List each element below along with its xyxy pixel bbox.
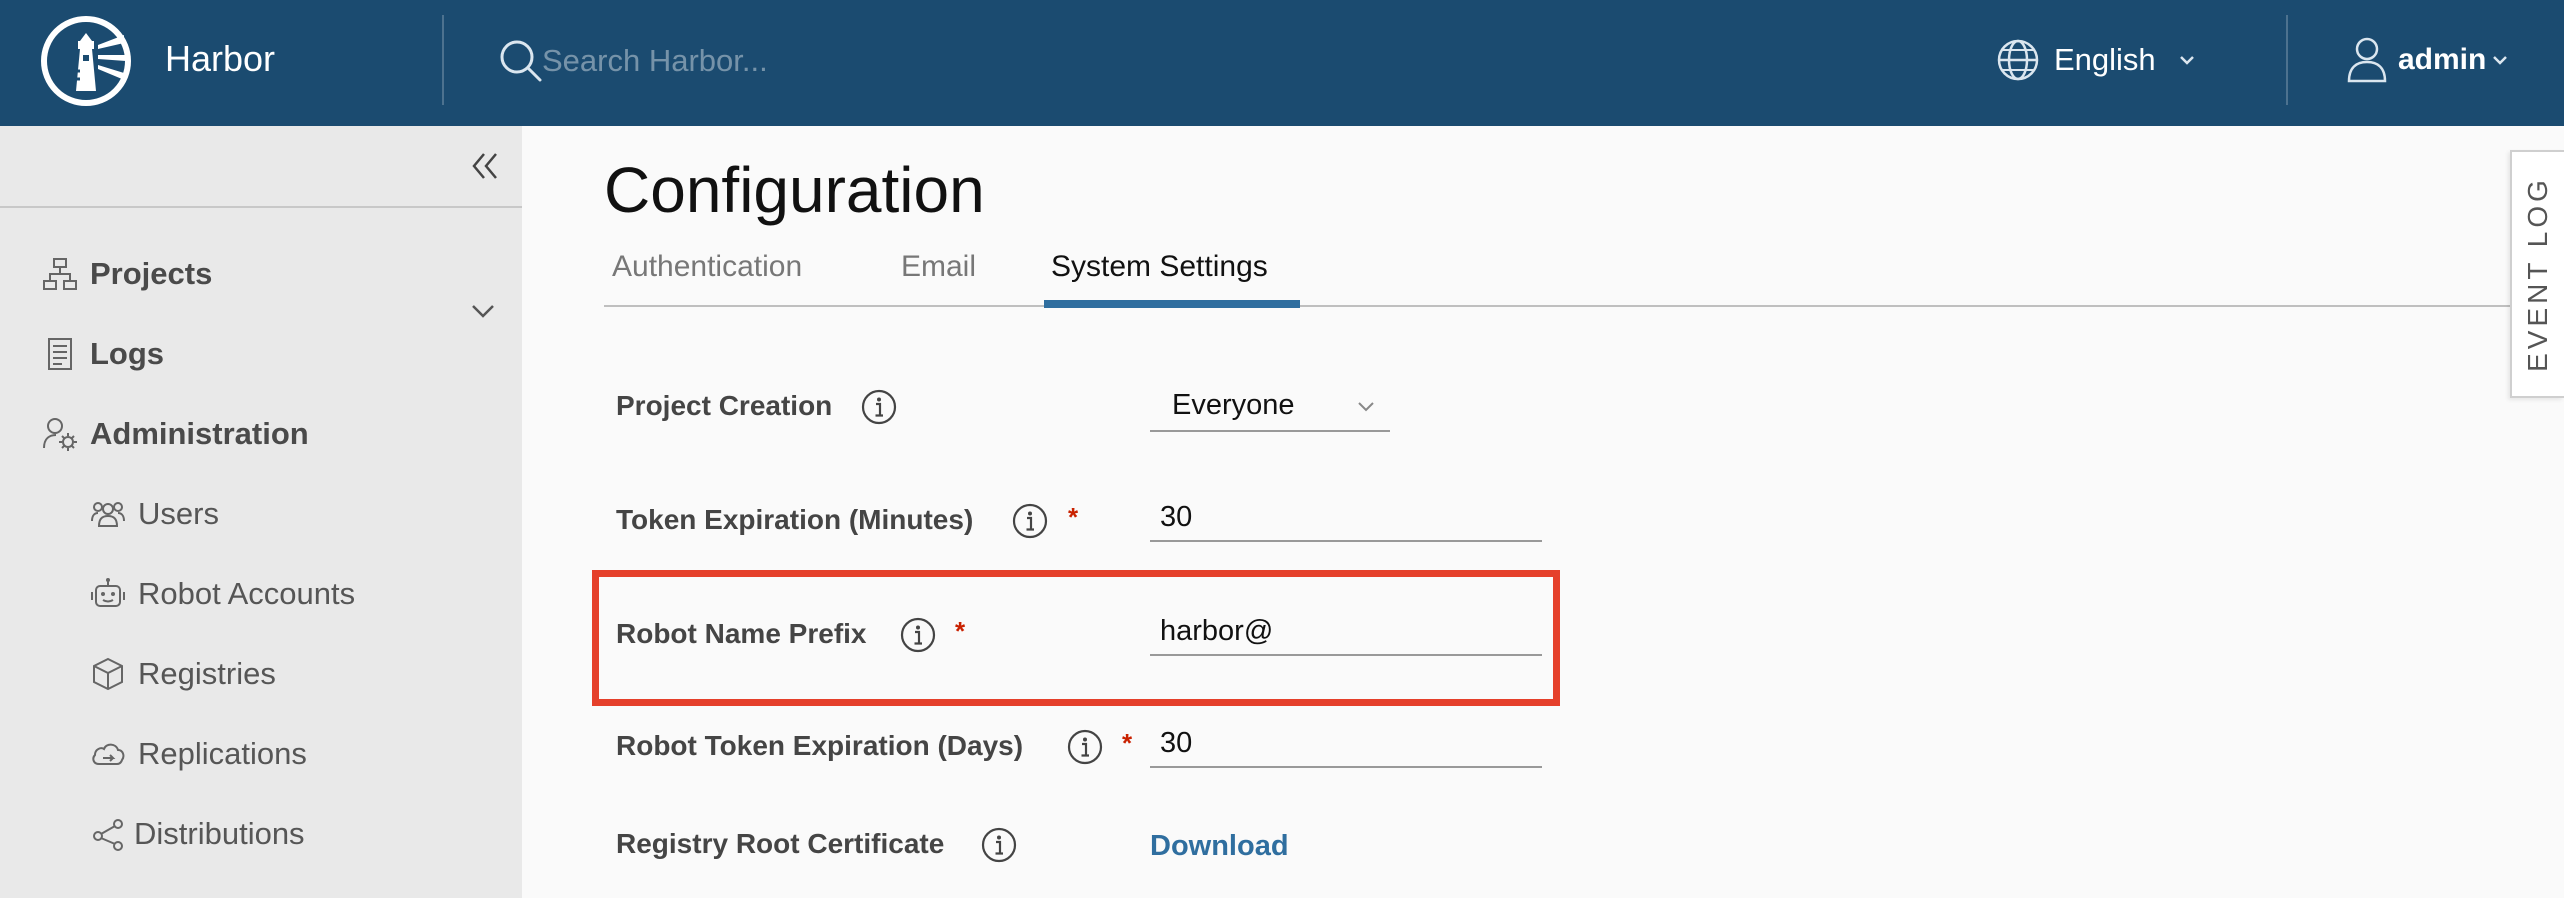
top-navbar: Harbor English admin — [0, 0, 2564, 126]
sidebar-item-label: Robot Accounts — [138, 576, 356, 611]
sidebar-divider — [0, 206, 522, 208]
globe-icon — [1997, 39, 2039, 81]
sidebar-item-label: Registries — [138, 656, 276, 691]
project-creation-value: Everyone — [1172, 388, 1295, 421]
event-log-label: EVENT LOG — [2522, 176, 2553, 372]
chevron-down-icon[interactable] — [466, 294, 500, 328]
language-label: English — [2054, 42, 2156, 77]
sidebar-item-users[interactable]: Users — [88, 494, 219, 534]
info-icon[interactable] — [1066, 728, 1104, 766]
header-divider — [442, 15, 444, 105]
project-creation-select[interactable]: Everyone — [1150, 380, 1390, 432]
token-expiration-label: Token Expiration (Minutes) — [616, 504, 974, 535]
sidebar-item-label: Logs — [90, 336, 165, 371]
chevron-down-icon — [1358, 402, 1374, 412]
event-log-tab[interactable]: EVENT LOG — [2510, 150, 2564, 398]
sidebar-item-distributions[interactable]: Distributions — [88, 814, 305, 854]
token-expiration-input[interactable] — [1150, 494, 1542, 542]
info-icon[interactable] — [860, 388, 898, 426]
collapse-sidebar-icon[interactable] — [464, 146, 504, 186]
sidebar-item-administration[interactable]: Administration — [40, 414, 309, 454]
tab-system-settings[interactable]: System Settings — [1051, 250, 1268, 284]
registry-root-certificate-label: Registry Root Certificate — [616, 828, 945, 859]
robot-icon — [91, 578, 125, 607]
tabs-divider — [604, 305, 2510, 307]
registries-icon — [93, 657, 123, 691]
projects-icon — [43, 258, 77, 290]
robot-token-expiration-label: Robot Token Expiration (Days) — [616, 730, 1024, 761]
distributions-icon — [93, 819, 123, 851]
sidebar-item-logs[interactable]: Logs — [40, 334, 164, 374]
robot-token-expiration-input[interactable] — [1150, 720, 1542, 768]
search-input[interactable] — [540, 34, 1244, 88]
user-menu[interactable]: admin — [2344, 32, 2512, 88]
download-certificate-link[interactable]: Download — [1150, 830, 1289, 863]
language-selector[interactable]: English — [1996, 34, 2202, 86]
users-icon — [91, 502, 125, 527]
info-icon[interactable] — [980, 826, 1018, 864]
tab-email[interactable]: Email — [901, 250, 976, 284]
user-name: admin — [2398, 43, 2487, 76]
sidebar-item-label: Distributions — [134, 816, 305, 851]
chevron-down-icon — [2493, 56, 2508, 65]
sidebar-item-replications[interactable]: Replications — [88, 734, 307, 774]
sidebar-item-label: Replications — [138, 736, 307, 771]
search-icon — [500, 40, 542, 82]
tab-authentication[interactable]: Authentication — [612, 250, 802, 284]
sidebar-item-label: Projects — [90, 256, 213, 291]
sidebar-item-registries[interactable]: Registries — [88, 654, 276, 694]
sidebar-item-label: Users — [138, 496, 219, 531]
administration-icon — [43, 418, 77, 451]
header-divider — [2286, 15, 2288, 105]
active-tab-indicator — [1044, 300, 1300, 308]
logs-icon — [48, 338, 72, 370]
page-title: Configuration — [604, 154, 985, 226]
info-icon[interactable] — [1011, 502, 1049, 540]
chevron-down-icon — [2179, 56, 2194, 65]
user-icon — [2347, 37, 2387, 83]
sidebar — [0, 126, 522, 898]
required-marker: * — [1122, 728, 1133, 758]
brand-name[interactable]: Harbor — [165, 38, 275, 80]
sidebar-item-projects[interactable]: Projects — [40, 254, 212, 294]
sidebar-item-label: Administration — [90, 416, 309, 451]
project-creation-label: Project Creation — [616, 390, 833, 421]
harbor-logo-icon[interactable] — [40, 15, 132, 107]
sidebar-item-robot-accounts[interactable]: Robot Accounts — [88, 574, 355, 614]
replications-icon — [92, 743, 125, 765]
highlight-box — [592, 570, 1560, 706]
required-marker: * — [1068, 502, 1079, 532]
